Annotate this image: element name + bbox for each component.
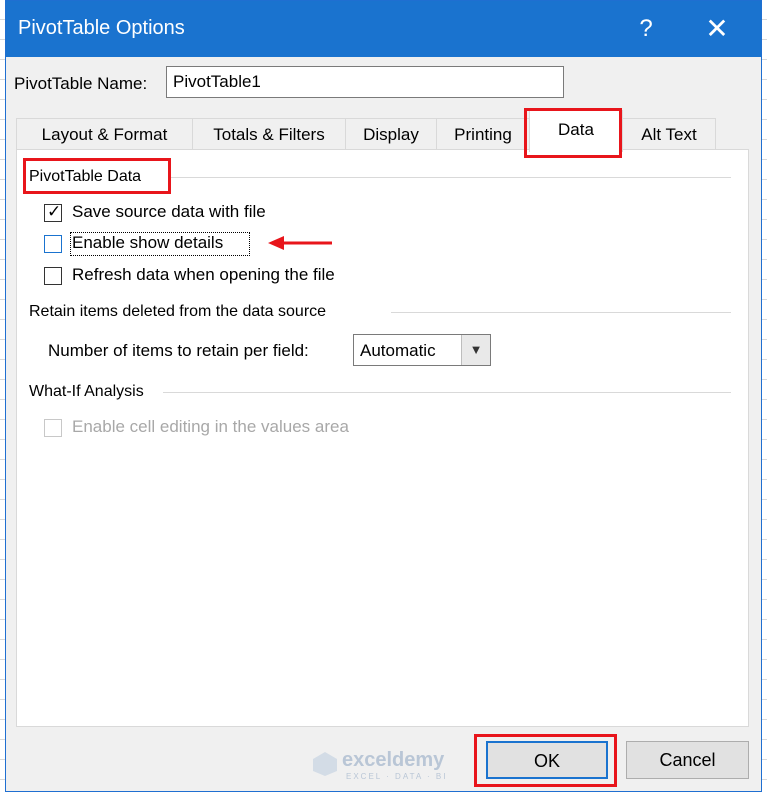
highlight-data-tab <box>524 108 622 158</box>
checkmark-icon: ✓ <box>47 202 62 221</box>
checkbox[interactable]: ✓ <box>44 202 62 222</box>
focus-rectangle <box>70 232 250 256</box>
checkbox[interactable] <box>44 267 62 285</box>
retain-items-dropdown[interactable]: Automatic ▼ <box>353 334 491 366</box>
watermark-tagline: EXCEL · DATA · BI <box>346 772 448 781</box>
chevron-down-icon[interactable]: ▼ <box>461 335 490 365</box>
watermark-brand: exceldemy <box>342 749 445 771</box>
tab-totals-filters[interactable]: Totals & Filters <box>192 118 346 150</box>
title-bar: PivotTable Options ? ✕ <box>6 1 761 57</box>
checkbox <box>44 419 62 437</box>
exceldemy-logo-icon <box>313 752 337 776</box>
option-label: Enable cell editing in the values area <box>72 417 349 436</box>
tab-strip: Layout & Format Totals & Filters Display… <box>16 110 751 152</box>
section-divider <box>171 177 731 178</box>
dropdown-value: Automatic <box>360 341 436 360</box>
section-title-what-if: What-If Analysis <box>29 383 144 400</box>
tab-alt-text[interactable]: Alt Text <box>622 118 716 150</box>
tab-layout-format[interactable]: Layout & Format <box>16 118 193 150</box>
tab-printing[interactable]: Printing <box>436 118 530 150</box>
option-label: Save source data with file <box>72 202 266 221</box>
checkbox[interactable] <box>44 235 62 253</box>
retain-items-label: Number of items to retain per field: <box>48 341 309 360</box>
watermark: exceldemy EXCEL · DATA · BI <box>313 749 448 781</box>
pivottable-name-input[interactable] <box>166 66 564 98</box>
red-arrow-icon <box>268 236 332 250</box>
section-divider <box>391 312 731 313</box>
help-icon[interactable]: ? <box>623 9 669 49</box>
highlight-ok-button <box>474 734 617 787</box>
highlight-pivottable-data <box>23 158 171 194</box>
cancel-button[interactable]: Cancel <box>626 741 749 779</box>
close-icon[interactable]: ✕ <box>694 9 740 49</box>
section-title-retain-items: Retain items deleted from the data sourc… <box>29 303 327 320</box>
dialog-title: PivotTable Options <box>18 17 185 39</box>
section-divider <box>163 392 731 393</box>
option-label: Refresh data when opening the file <box>72 265 335 284</box>
tab-display[interactable]: Display <box>345 118 437 150</box>
pivottable-options-dialog: PivotTable Options ? ✕ PivotTable Name: … <box>5 0 762 792</box>
pivottable-name-label: PivotTable Name: <box>14 74 148 93</box>
